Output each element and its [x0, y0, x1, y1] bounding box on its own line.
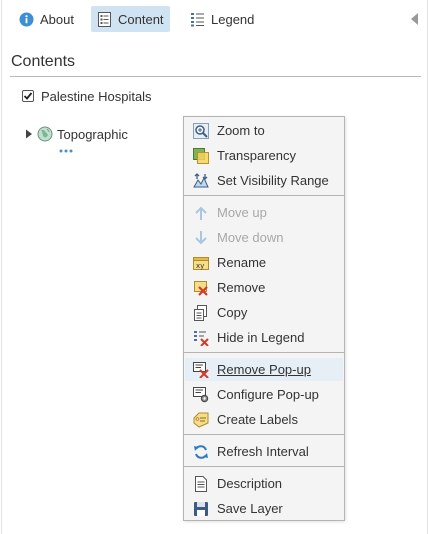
- globe-icon: [37, 126, 53, 142]
- contents-panel: About Content Legend Contents Palestine …: [0, 0, 430, 534]
- contents-title: Contents: [11, 53, 76, 70]
- menu-item-transparency[interactable]: Transparency: [185, 144, 343, 167]
- layer-context-menu: Zoom to Transparency Set Visibility Rang…: [183, 116, 345, 521]
- tab-about[interactable]: About: [13, 6, 80, 32]
- menu-label: Move down: [217, 230, 284, 245]
- menu-item-create-labels[interactable]: Create Labels: [185, 408, 343, 431]
- rename-icon: xy: [193, 257, 209, 270]
- menu-item-move-down[interactable]: Move down: [185, 226, 343, 249]
- menu-label: Hide in Legend: [217, 330, 305, 345]
- visibility-range-icon: [193, 173, 209, 188]
- arrow-down-icon: [195, 231, 207, 245]
- info-icon: [19, 12, 34, 26]
- save-icon: [194, 502, 208, 516]
- menu-label: Create Labels: [217, 412, 298, 427]
- layer-row-palestine-hospitals: Palestine Hospitals: [22, 87, 152, 105]
- description-icon: [195, 476, 207, 492]
- remove-icon: [194, 281, 208, 296]
- menu-label: Configure Pop-up: [217, 387, 319, 402]
- refresh-icon: [194, 445, 208, 459]
- menu-item-rename[interactable]: xy Rename: [185, 251, 343, 274]
- menu-separator: [184, 195, 344, 196]
- menu-item-move-up[interactable]: Move up: [185, 201, 343, 224]
- menu-label: Refresh Interval: [217, 444, 309, 459]
- create-labels-icon: [193, 412, 209, 428]
- content-list-icon: [98, 11, 111, 27]
- basemap-row-topographic: Topographic: [25, 124, 128, 144]
- svg-text:xy: xy: [196, 262, 204, 270]
- menu-item-set-visibility-range[interactable]: Set Visibility Range: [185, 169, 343, 192]
- menu-label: Move up: [217, 205, 267, 220]
- menu-label: Save Layer: [217, 501, 283, 516]
- layer-name[interactable]: Palestine Hospitals: [41, 89, 152, 104]
- tab-legend-label: Legend: [211, 11, 255, 27]
- menu-label: Rename: [217, 255, 267, 270]
- expand-arrow-icon[interactable]: [25, 129, 33, 139]
- tab-content-label: Content: [118, 11, 164, 27]
- more-options-icon[interactable]: [58, 148, 74, 154]
- zoom-to-icon: [193, 123, 209, 139]
- menu-label: Zoom to: [217, 123, 265, 138]
- menu-separator: [184, 434, 344, 435]
- menu-label: Copy: [217, 305, 248, 320]
- menu-separator: [184, 466, 344, 467]
- collapse-panel-icon[interactable]: [410, 12, 420, 26]
- menu-label: Transparency: [217, 148, 296, 163]
- tab-bar: About Content Legend: [0, 0, 430, 38]
- tab-legend[interactable]: Legend: [184, 6, 260, 32]
- menu-separator: [184, 352, 344, 353]
- hide-legend-icon: [194, 331, 209, 346]
- configure-popup-icon: [193, 387, 209, 403]
- legend-icon: [191, 12, 204, 26]
- menu-label: Remove Pop-up: [217, 362, 311, 377]
- panel-right-border: [427, 0, 428, 534]
- menu-item-remove[interactable]: Remove: [185, 276, 343, 299]
- menu-item-remove-popup[interactable]: Remove Pop-up: [185, 358, 343, 381]
- tab-content[interactable]: Content: [91, 6, 170, 32]
- contents-divider: [10, 76, 421, 77]
- checkmark-icon: [23, 92, 33, 100]
- tab-about-label: About: [40, 11, 74, 27]
- menu-item-hide-in-legend[interactable]: Hide in Legend: [185, 326, 343, 349]
- layer-visibility-checkbox[interactable]: [22, 90, 34, 102]
- panel-left-border: [1, 0, 2, 534]
- remove-popup-icon: [193, 362, 209, 378]
- menu-label: Set Visibility Range: [217, 173, 329, 188]
- menu-item-zoom-to[interactable]: Zoom to: [185, 119, 343, 142]
- menu-label: Description: [217, 476, 283, 491]
- menu-item-save-layer[interactable]: Save Layer: [185, 497, 343, 520]
- arrow-up-icon: [195, 206, 207, 220]
- transparency-icon: [193, 148, 209, 164]
- menu-item-description[interactable]: Description: [185, 472, 343, 495]
- basemap-name[interactable]: Topographic: [57, 127, 128, 142]
- menu-item-copy[interactable]: Copy: [185, 301, 343, 324]
- menu-item-refresh-interval[interactable]: Refresh Interval: [185, 440, 343, 463]
- copy-icon: [194, 305, 207, 321]
- menu-label: Remove: [217, 280, 266, 295]
- menu-item-configure-popup[interactable]: Configure Pop-up: [185, 383, 343, 406]
